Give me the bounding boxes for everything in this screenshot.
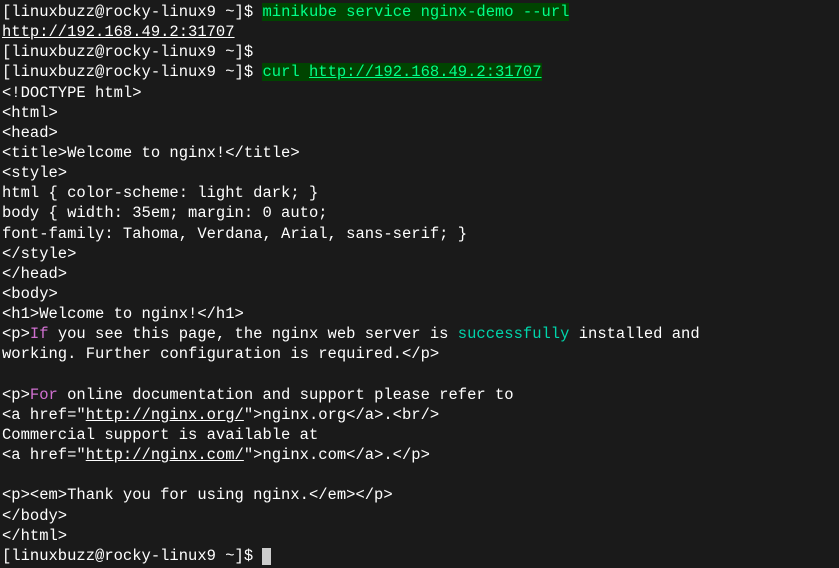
cursor: [262, 548, 271, 565]
output-line: <!DOCTYPE html>: [2, 83, 837, 103]
command-curl: curl: [262, 63, 309, 81]
output-line: <style>: [2, 163, 837, 183]
output-line: <html>: [2, 103, 837, 123]
curl-url: http://192.168.49.2:31707: [309, 63, 542, 81]
output-line: <p><em>Thank you for using nginx.</em></…: [2, 485, 837, 505]
output-line: </style>: [2, 244, 837, 264]
prompt: [linuxbuzz@rocky-linux9 ~]$: [2, 547, 253, 565]
prompt: [linuxbuzz@rocky-linux9 ~]$: [2, 63, 253, 81]
blank-line: [2, 365, 837, 385]
terminal-line[interactable]: [linuxbuzz@rocky-linux9 ~]$ minikube ser…: [2, 2, 837, 22]
terminal-prompt-empty[interactable]: [linuxbuzz@rocky-linux9 ~]$: [2, 42, 837, 62]
command-minikube: minikube service nginx-demo --url: [262, 3, 569, 21]
output-line: working. Further configuration is requir…: [2, 344, 837, 364]
output-line: <title>Welcome to nginx!</title>: [2, 143, 837, 163]
blank-line: [2, 465, 837, 485]
output-line: <a href="http://nginx.org/">nginx.org</a…: [2, 405, 837, 425]
terminal-output-url[interactable]: http://192.168.49.2:31707: [2, 22, 837, 42]
output-line: body { width: 35em; margin: 0 auto;: [2, 203, 837, 223]
output-line: font-family: Tahoma, Verdana, Arial, san…: [2, 224, 837, 244]
output-line: <body>: [2, 284, 837, 304]
service-url: http://192.168.49.2:31707: [2, 23, 235, 41]
output-line: <a href="http://nginx.com/">nginx.com</a…: [2, 445, 837, 465]
output-line: Commercial support is available at: [2, 425, 837, 445]
prompt: [linuxbuzz@rocky-linux9 ~]$: [2, 43, 253, 61]
output-line: </body>: [2, 506, 837, 526]
output-line: <p>If you see this page, the nginx web s…: [2, 324, 837, 344]
terminal-line[interactable]: [linuxbuzz@rocky-linux9 ~]$ curl http://…: [2, 62, 837, 82]
prompt: [linuxbuzz@rocky-linux9 ~]$: [2, 3, 253, 21]
output-line: </html>: [2, 526, 837, 546]
output-line: <h1>Welcome to nginx!</h1>: [2, 304, 837, 324]
terminal-prompt-active[interactable]: [linuxbuzz@rocky-linux9 ~]$: [2, 546, 837, 566]
output-line: <p>For online documentation and support …: [2, 385, 837, 405]
output-line: </head>: [2, 264, 837, 284]
output-line: html { color-scheme: light dark; }: [2, 183, 837, 203]
output-line: <head>: [2, 123, 837, 143]
